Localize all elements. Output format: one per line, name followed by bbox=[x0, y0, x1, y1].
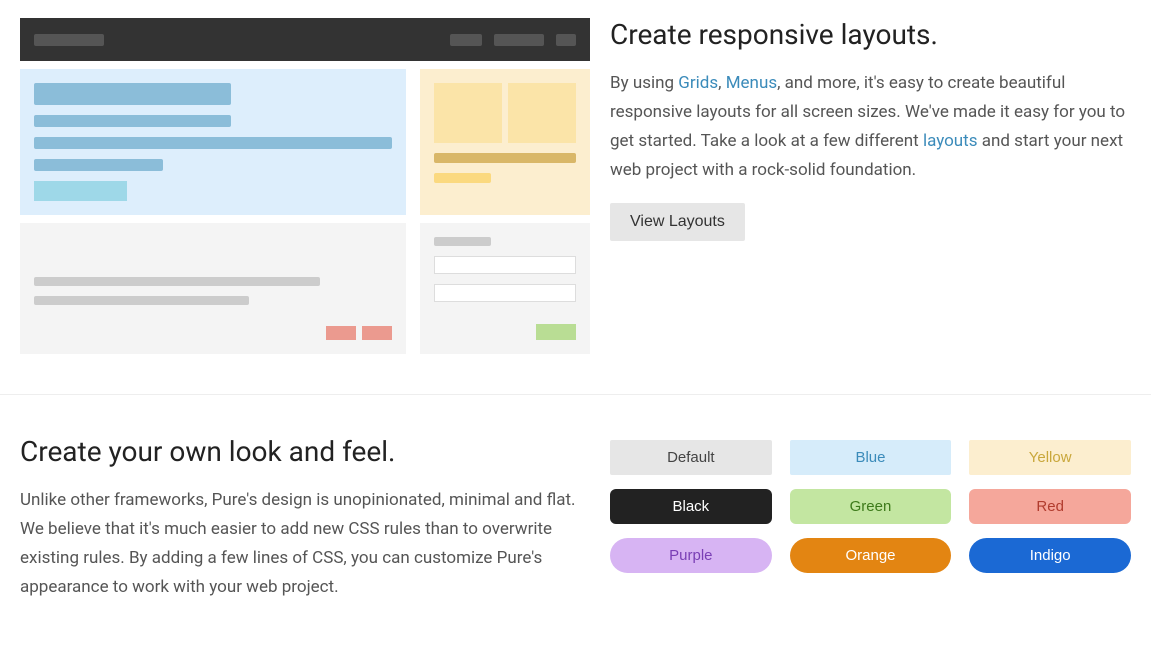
layout-skeleton-illustration bbox=[20, 18, 590, 354]
theme-green-button[interactable]: Green bbox=[790, 489, 952, 524]
theme-yellow-button[interactable]: Yellow bbox=[969, 440, 1131, 475]
skeleton-header bbox=[20, 18, 590, 61]
skeleton-card-yellow bbox=[420, 69, 590, 215]
theme-indigo-button[interactable]: Indigo bbox=[969, 538, 1131, 573]
responsive-heading: Create responsive layouts. bbox=[610, 18, 1131, 51]
theme-orange-button[interactable]: Orange bbox=[790, 538, 952, 573]
responsive-paragraph: By using Grids, Menus, and more, it's ea… bbox=[610, 69, 1131, 185]
link-layouts[interactable]: layouts bbox=[923, 131, 978, 151]
link-menus[interactable]: Menus bbox=[726, 73, 777, 93]
theme-purple-button[interactable]: Purple bbox=[610, 538, 772, 573]
text: , bbox=[718, 73, 726, 93]
view-layouts-button[interactable]: View Layouts bbox=[610, 203, 745, 241]
lookfeel-heading: Create your own look and feel. bbox=[20, 435, 590, 468]
text: By using bbox=[610, 73, 678, 93]
skeleton-card-blue bbox=[20, 69, 406, 215]
theme-blue-button[interactable]: Blue bbox=[790, 440, 952, 475]
link-grids[interactable]: Grids bbox=[678, 73, 718, 93]
theme-default-button[interactable]: Default bbox=[610, 440, 772, 475]
theme-grid: Default Blue Yellow Black Green Red Purp… bbox=[610, 440, 1131, 573]
skeleton-card-gray-left bbox=[20, 223, 406, 354]
lookfeel-paragraph: Unlike other frameworks, Pure's design i… bbox=[20, 486, 590, 602]
theme-black-button[interactable]: Black bbox=[610, 489, 772, 524]
skeleton-card-gray-right bbox=[420, 223, 590, 354]
theme-red-button[interactable]: Red bbox=[969, 489, 1131, 524]
